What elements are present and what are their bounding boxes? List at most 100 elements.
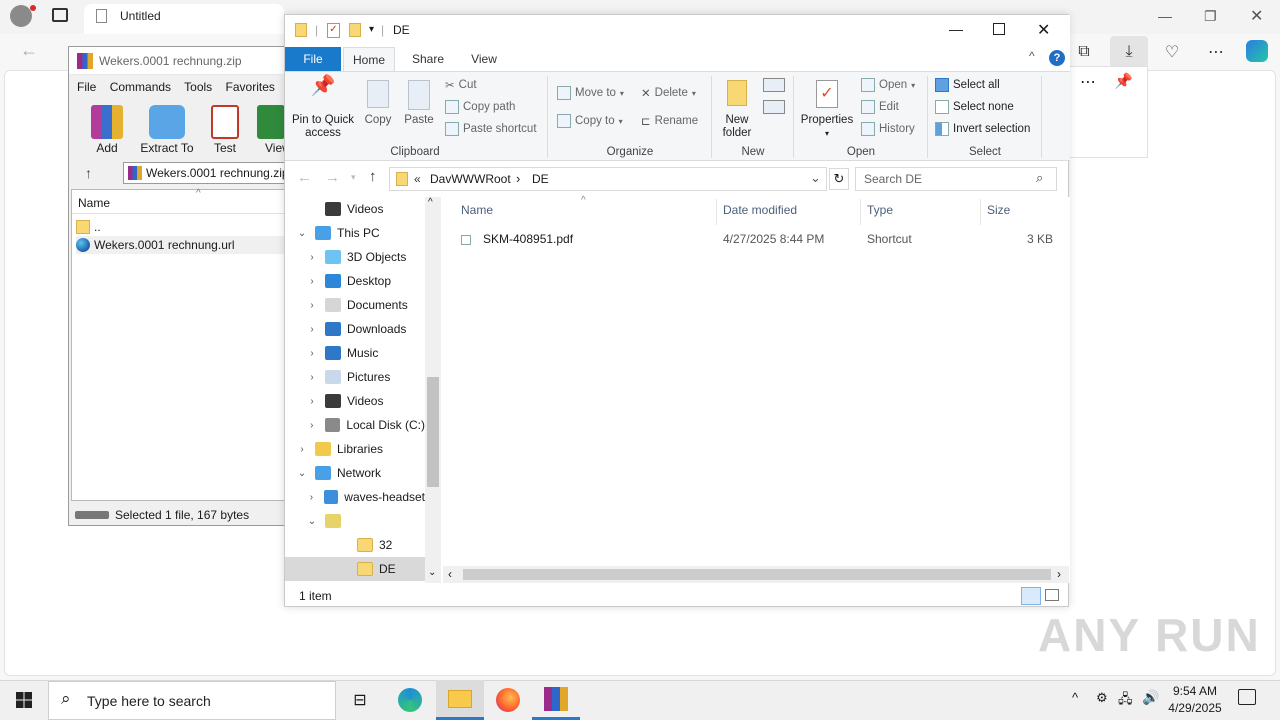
delete-button[interactable]: ✕ Delete ▾ <box>641 86 696 100</box>
qat-dropdown-icon[interactable]: ▾ <box>369 24 374 35</box>
tree-item[interactable]: › Documents <box>285 293 425 317</box>
tab-file[interactable]: File <box>285 47 341 71</box>
forward-arrow-icon[interactable]: → <box>325 169 340 186</box>
search-icon[interactable]: ⌕ <box>1036 170 1043 186</box>
scroll-right-icon[interactable]: › <box>1057 567 1061 581</box>
column-header-date[interactable]: Date modified <box>723 203 797 217</box>
chevron-right-icon[interactable]: › <box>305 324 319 335</box>
details-view-icon[interactable] <box>1021 587 1041 605</box>
scroll-up-icon[interactable]: ^ <box>428 197 433 208</box>
back-icon[interactable]: ← <box>20 40 38 61</box>
open-button[interactable]: Open ▾ <box>861 78 915 92</box>
maximize-icon[interactable] <box>993 23 1005 35</box>
copy-button[interactable]: Copy <box>361 80 395 127</box>
up-arrow-icon[interactable]: ↑ <box>85 165 92 181</box>
explorer-taskbar-button[interactable] <box>436 680 484 720</box>
properties-qat-icon[interactable]: ✓ <box>327 23 340 38</box>
tree-item[interactable]: ⌄ Network <box>285 461 425 485</box>
firefox-taskbar-button[interactable] <box>484 680 532 720</box>
back-arrow-icon[interactable]: ← <box>297 169 312 186</box>
invert-selection-button[interactable]: Invert selection <box>935 122 1030 136</box>
chevron-right-icon[interactable]: › <box>305 252 319 263</box>
history-button[interactable]: History <box>861 122 915 136</box>
tab-view[interactable]: View <box>461 47 507 71</box>
help-icon[interactable]: ? <box>1049 50 1065 66</box>
menu-favorites[interactable]: Favorites <box>226 80 275 94</box>
tree-item[interactable]: DE <box>285 557 425 581</box>
easy-access-icon[interactable] <box>763 100 785 114</box>
scroll-down-icon[interactable]: ⌄ <box>428 567 436 578</box>
tree-item[interactable]: 32 <box>285 533 425 557</box>
extract-to-button[interactable]: Extract To <box>137 105 197 155</box>
tree-item[interactable]: › Libraries <box>285 437 425 461</box>
tree-item[interactable]: › Downloads <box>285 317 425 341</box>
taskbar-search[interactable]: ⌕ Type here to search <box>48 681 336 720</box>
tree-item[interactable]: ⌄ <box>285 509 425 533</box>
tab-actions-icon[interactable] <box>52 8 68 22</box>
panel-more-icon[interactable]: ⋯ <box>1080 72 1096 92</box>
new-item-icon[interactable] <box>763 78 785 92</box>
horizontal-scrollbar[interactable]: ‹ › <box>443 566 1069 583</box>
start-button[interactable] <box>0 680 48 720</box>
column-header-name[interactable]: Name ^ <box>72 188 288 214</box>
properties-button[interactable]: ✓ Properties ▾ <box>799 80 855 140</box>
edge-taskbar-button[interactable] <box>386 680 434 720</box>
column-header-size[interactable]: Size <box>987 203 1010 217</box>
winrar-taskbar-button[interactable] <box>532 680 580 720</box>
large-icons-view-icon[interactable] <box>1045 589 1059 601</box>
menu-file[interactable]: File <box>77 80 96 94</box>
h-scroll-thumb[interactable] <box>463 569 1051 580</box>
chevron-right-icon[interactable]: › <box>305 492 318 503</box>
chevron-right-icon[interactable]: › <box>305 420 319 431</box>
add-button[interactable]: Add <box>79 105 135 155</box>
close-icon[interactable]: ✕ <box>1250 6 1263 26</box>
chevron-right-icon[interactable]: › <box>305 348 319 359</box>
task-view-button[interactable]: ⊟ <box>336 680 384 720</box>
tree-item[interactable]: › Local Disk (C:) <box>285 413 425 437</box>
rename-button[interactable]: ⊏ Rename <box>641 114 698 128</box>
tree-item[interactable]: › Pictures <box>285 365 425 389</box>
more-icon[interactable]: ⋯ <box>1202 38 1230 66</box>
minimize-icon[interactable]: — <box>949 21 963 37</box>
column-header-type[interactable]: Type <box>867 203 893 217</box>
breadcrumb-davwwwroot[interactable]: DavWWWRoot <box>430 172 511 186</box>
chevron-down-icon[interactable]: ⌄ <box>295 228 309 239</box>
select-all-button[interactable]: Select all <box>935 78 1000 92</box>
browser-tab[interactable] <box>84 4 284 34</box>
network-tray-icon[interactable]: 🖧 <box>1118 690 1133 712</box>
pin-quick-access-button[interactable]: 📌 Pin to Quick access <box>289 76 357 140</box>
copy-path-button[interactable]: Copy path <box>445 100 515 114</box>
new-folder-qat-icon[interactable] <box>349 23 361 37</box>
table-row[interactable]: SKM-408951.pdf 4/27/2025 8:44 PM Shortcu… <box>455 227 1055 249</box>
downloads-icon[interactable]: ⤓ <box>1110 36 1148 68</box>
scroll-left-icon[interactable]: ‹ <box>448 567 452 581</box>
tree-item[interactable]: ⌄ This PC <box>285 221 425 245</box>
search-input[interactable]: Search DE <box>864 172 922 186</box>
collapse-ribbon-icon[interactable]: ^ <box>1029 49 1035 63</box>
new-folder-button[interactable]: New folder <box>717 80 757 140</box>
tray-app-icon[interactable]: ⚙ <box>1096 690 1108 706</box>
chevron-right-icon[interactable]: › <box>305 276 319 287</box>
chevron-right-icon[interactable]: › <box>305 372 319 383</box>
extensions-icon[interactable]: ⧉ <box>1070 38 1098 66</box>
winrar-path-box[interactable]: Wekers.0001 rechnung.zip <box>123 162 289 184</box>
tree-item[interactable]: › waves-headset <box>285 485 425 509</box>
recent-dropdown-icon[interactable]: ▾ <box>351 172 356 183</box>
minimize-icon[interactable]: — <box>1158 8 1172 24</box>
chevron-right-icon[interactable]: › <box>295 444 309 455</box>
tab-home[interactable]: Home <box>343 47 395 71</box>
menu-commands[interactable]: Commands <box>110 80 171 94</box>
pin-icon[interactable]: 📌 <box>1114 72 1133 90</box>
list-item[interactable]: .. <box>76 218 101 236</box>
address-overflow[interactable]: « <box>414 172 421 186</box>
tray-chevron-icon[interactable]: ^ <box>1072 690 1078 705</box>
chevron-down-icon[interactable]: ⌄ <box>295 468 309 479</box>
tree-item[interactable]: › 3D Objects <box>285 245 425 269</box>
list-item[interactable]: Wekers.0001 rechnung.url <box>76 236 284 254</box>
chevron-down-icon[interactable]: ⌄ <box>305 516 319 527</box>
close-icon[interactable]: ✕ <box>1037 20 1050 40</box>
breadcrumb-de[interactable]: DE <box>532 172 549 186</box>
chevron-right-icon[interactable]: › <box>305 396 319 407</box>
tab-share[interactable]: Share <box>403 47 453 71</box>
clock[interactable]: 9:54 AM 4/29/2025 <box>1160 683 1230 717</box>
